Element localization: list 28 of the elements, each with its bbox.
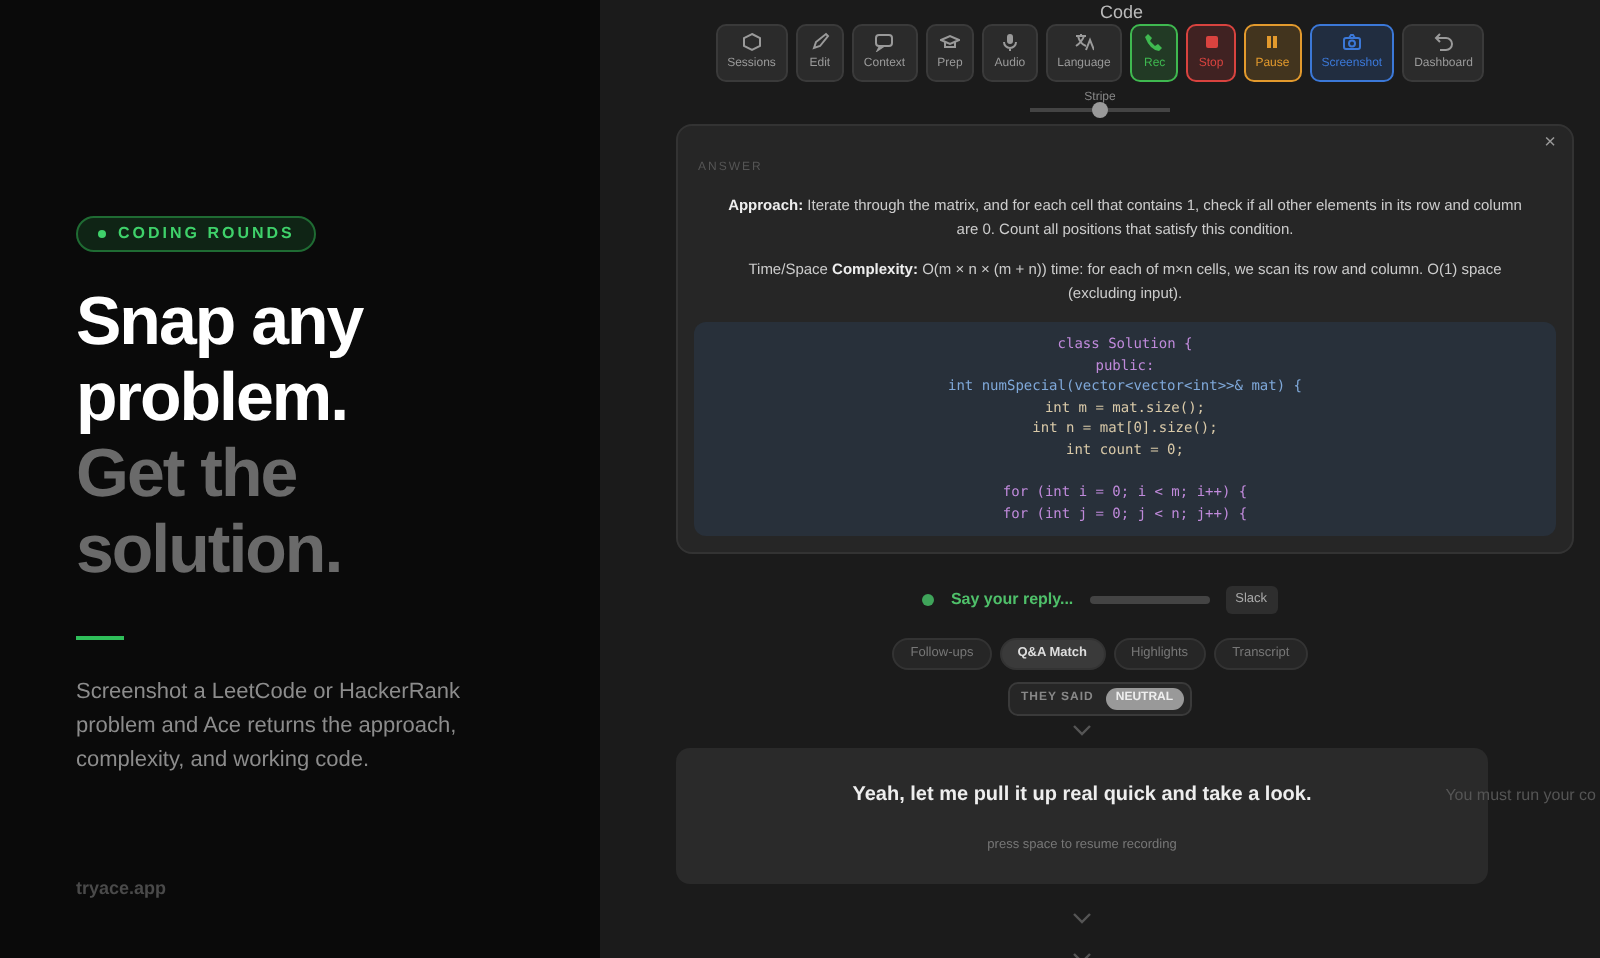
- slider-thumb[interactable]: [1092, 102, 1108, 118]
- description-text: Screenshot a LeetCode or HackerRank problem and Ace returns the approach, complexity, and working code.: [76, 678, 462, 776]
- tag-label: CODING ROUNDS: [118, 222, 295, 246]
- pencil-icon: [809, 32, 830, 52]
- reply-prompt: Say your reply...: [950, 588, 1074, 613]
- input-level-meter: [1089, 596, 1210, 605]
- graduation-cap-icon: [939, 32, 960, 52]
- headline-line: solution.: [76, 512, 344, 588]
- headline-line: Snap any: [76, 284, 366, 360]
- pause-icon: [1262, 32, 1283, 52]
- cube-icon: [741, 32, 762, 52]
- headline-line: problem.: [76, 360, 350, 436]
- site-url: tryace.app: [76, 875, 169, 902]
- stop-icon: [1201, 32, 1222, 52]
- chat-icon: [874, 32, 895, 52]
- phone-icon: [1144, 32, 1165, 52]
- camera-icon: [1341, 32, 1362, 52]
- status-dot: [98, 230, 106, 238]
- undo-icon: [1433, 32, 1454, 52]
- quote-text: Yeah, let me pull it up real quick and take a look.: [852, 781, 1312, 810]
- chevron-icon[interactable]: [1072, 911, 1092, 924]
- status-dot: [922, 594, 935, 607]
- translate-icon: [1074, 32, 1094, 52]
- microphone-icon: [999, 32, 1020, 52]
- close-button[interactable]: ×: [1544, 134, 1556, 154]
- headline-line: Get the: [76, 436, 299, 512]
- panel-title: Code: [1100, 0, 1144, 26]
- chevron-icon[interactable]: [1072, 723, 1092, 736]
